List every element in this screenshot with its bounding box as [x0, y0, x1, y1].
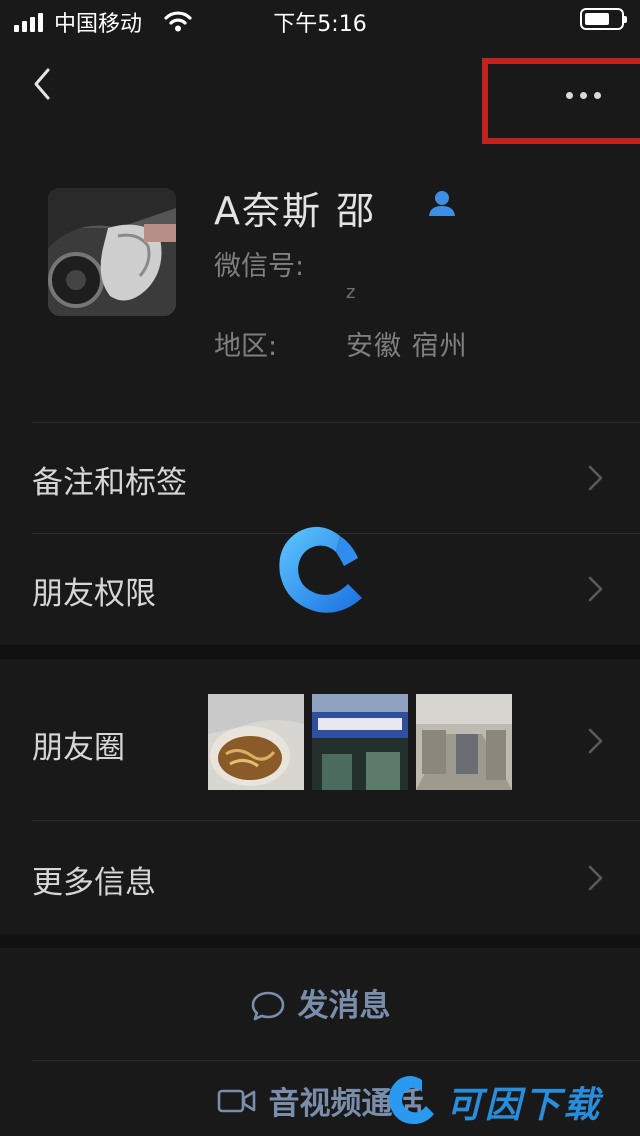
- section-gap: [0, 934, 640, 948]
- divider: [32, 1060, 640, 1061]
- section-gap: [0, 645, 640, 659]
- chat-bubble-icon: [251, 991, 284, 1020]
- battery-level: [585, 13, 609, 25]
- video-camera-icon: [217, 1089, 255, 1112]
- back-button[interactable]: [24, 60, 64, 108]
- person-badge-icon: [429, 191, 455, 216]
- wechat-id-label: 微信号:: [214, 251, 305, 282]
- remarks-tags-label: 备注和标签: [32, 465, 187, 501]
- watermark-logo: [279, 526, 362, 613]
- chevron-right-icon: [588, 465, 603, 491]
- interior-photo: [416, 694, 512, 790]
- status-bar: 中国移动 下午5:16: [0, 0, 640, 40]
- friend-permissions-label: 朋友权限: [32, 576, 156, 612]
- more-dots-icon: [566, 84, 608, 103]
- moments-thumbnail[interactable]: [208, 694, 304, 790]
- send-message-label: 发消息: [297, 987, 391, 1024]
- chevron-right-icon: [588, 576, 603, 602]
- region-label: 地区:: [214, 331, 278, 362]
- contact-name: A奈斯 邵: [214, 189, 377, 233]
- moments-label: 朋友圈: [32, 730, 125, 766]
- avatar[interactable]: [48, 188, 176, 316]
- noodle-bowl-photo: [208, 694, 304, 790]
- region-value: 安徽 宿州: [346, 331, 468, 362]
- chevron-right-icon: [588, 865, 603, 891]
- more-info-label: 更多信息: [32, 865, 156, 901]
- avatar-photo: [48, 188, 176, 316]
- watermark-text: 可因下载: [446, 1085, 603, 1126]
- wechat-id-value: z: [346, 282, 356, 303]
- more-options-button[interactable]: [482, 58, 640, 144]
- send-message-button[interactable]: 发消息: [0, 950, 640, 1060]
- moments-thumbnail[interactable]: [312, 694, 408, 790]
- contact-profile-screen: 中国移动 下午5:16 A奈斯 邵 微信号: z 地区: 安徽 宿州 备注和标签…: [0, 0, 640, 1136]
- status-time: 下午5:16: [273, 12, 367, 37]
- shop-front-photo: [312, 694, 408, 790]
- more-info-row[interactable]: 更多信息: [0, 821, 640, 933]
- chevron-right-icon: [588, 728, 603, 754]
- chevron-left-icon: [34, 68, 50, 100]
- moments-thumbnail[interactable]: [416, 694, 512, 790]
- remarks-tags-row[interactable]: 备注和标签: [0, 423, 640, 533]
- battery-icon: [580, 8, 627, 30]
- watermark-logo-small: [389, 1076, 434, 1124]
